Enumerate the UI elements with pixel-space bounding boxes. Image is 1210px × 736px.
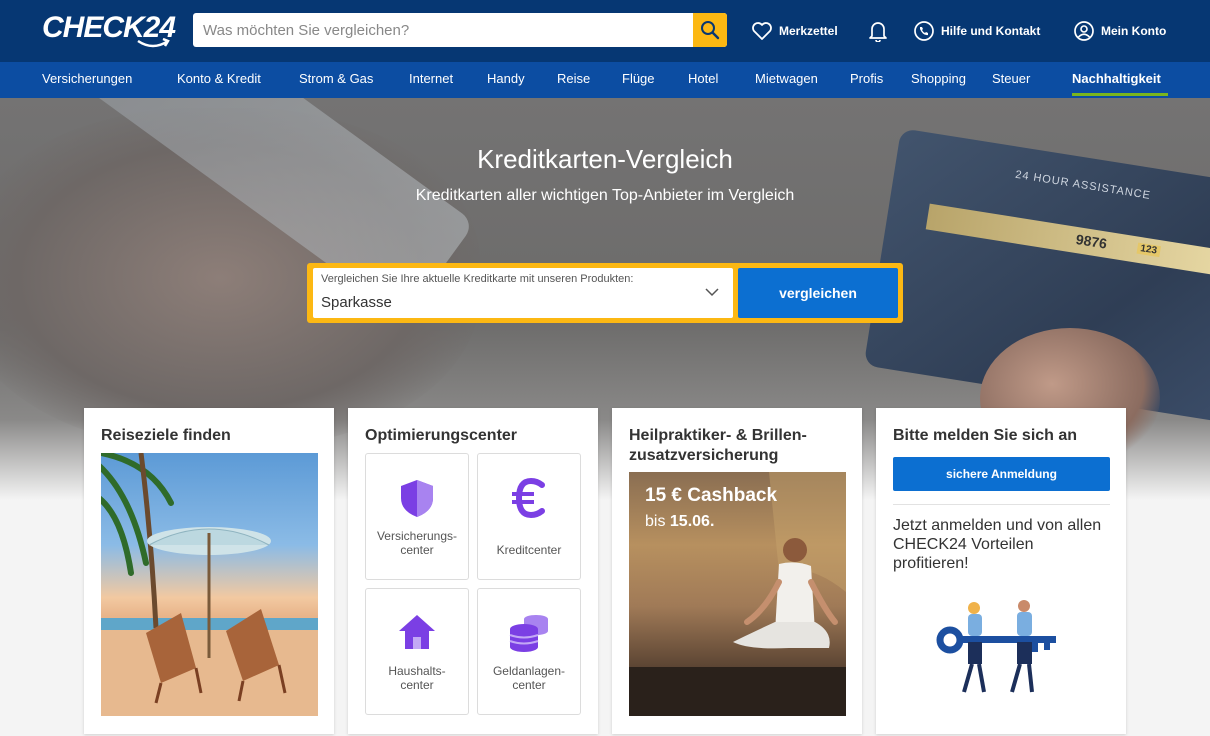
coins-icon xyxy=(509,615,548,652)
euro-icon xyxy=(512,478,545,518)
merkzettel-link[interactable]: Merkzettel xyxy=(751,18,838,44)
promo-image[interactable]: 15 € Cashback bis 15.06. xyxy=(629,472,846,716)
tile-household-center[interactable]: Haushalts- center xyxy=(365,588,469,715)
optimization-center-card: Optimierungscenter Versicherungs- center… xyxy=(348,408,598,734)
compare-button[interactable]: vergleichen xyxy=(738,268,898,318)
tile-credit-center[interactable]: Kreditcenter xyxy=(477,453,581,580)
card-cvc-text: 123 xyxy=(1136,242,1161,258)
help-contact-link[interactable]: Hilfe und Kontakt xyxy=(913,18,1040,44)
active-nav-indicator xyxy=(1072,93,1168,96)
nav-item-konto-kredit[interactable]: Konto & Kredit xyxy=(177,62,261,98)
tile-household-center-label-2: center xyxy=(400,678,434,692)
login-card-title: Bitte melden Sie sich an xyxy=(893,427,1078,444)
check24-logo[interactable]: CHECK24 xyxy=(42,12,176,52)
login-divider xyxy=(893,504,1110,505)
account-label: Mein Konto xyxy=(1101,24,1167,38)
travel-card-title[interactable]: Reiseziele finden xyxy=(101,426,321,446)
people-with-key-illustration xyxy=(936,600,1056,693)
card-signature-strip: 9876 123 xyxy=(925,203,1210,277)
promo-deadline-prefix: bis xyxy=(645,513,666,530)
tile-insurance-center-label-1: Versicherungs- xyxy=(376,529,458,543)
user-icon xyxy=(1074,21,1094,41)
nav-item-mietwagen[interactable]: Mietwagen xyxy=(755,62,818,98)
current-card-select[interactable]: Vergleichen Sie Ihre aktuelle Kreditkart… xyxy=(313,268,733,318)
shield-icon xyxy=(401,480,433,517)
travel-card: Reiseziele finden xyxy=(84,408,334,734)
nav-item-steuer[interactable]: Steuer xyxy=(992,62,1030,98)
help-contact-label: Hilfe und Kontakt xyxy=(941,24,1041,38)
nav-item-profis[interactable]: Profis xyxy=(850,62,883,98)
promo-deadline: bis 15.06. xyxy=(645,513,714,531)
nav-item-internet[interactable]: Internet xyxy=(409,62,453,98)
card-number-text: 9876 xyxy=(1074,231,1109,252)
heart-icon xyxy=(752,22,772,40)
search-input[interactable] xyxy=(193,13,693,47)
login-card: Bitte melden Sie sich an sichere Anmeldu… xyxy=(876,408,1126,734)
tile-investment-center-label-2: center xyxy=(512,678,546,692)
nav-item-shopping[interactable]: Shopping xyxy=(911,62,966,98)
tile-credit-center-label: Kreditcenter xyxy=(496,543,562,557)
page-subtitle: Kreditkarten aller wichtigen Top-Anbiete… xyxy=(415,187,795,204)
search-button[interactable] xyxy=(693,13,727,47)
promo-cashback-text: 15 € Cashback xyxy=(645,485,778,506)
login-benefits-text: Jetzt anmelden und von allen CHECK24 Vor… xyxy=(893,517,1102,572)
beach-image[interactable] xyxy=(101,453,318,716)
top-header: CHECK24 Merkzettel Hilfe und Kontakt Mei… xyxy=(0,0,1210,62)
merkzettel-label: Merkzettel xyxy=(779,24,838,38)
promo-card-title[interactable]: Heilpraktiker- & Brillen-zusatzversicher… xyxy=(629,426,849,466)
page-title: Kreditkarten-Vergleich xyxy=(477,144,733,174)
notifications-button[interactable] xyxy=(868,18,894,44)
current-card-select-value: Sparkasse xyxy=(321,294,392,311)
nav-item-hotel[interactable]: Hotel xyxy=(688,62,718,98)
tile-investment-center-label-1: Geldanlagen- xyxy=(492,664,566,678)
tile-insurance-center[interactable]: Versicherungs- center xyxy=(365,453,469,580)
chevron-down-icon xyxy=(705,288,719,297)
account-link[interactable]: Mein Konto xyxy=(1073,18,1166,44)
tile-household-center-label-1: Haushalts- xyxy=(388,664,446,678)
nav-item-fluege[interactable]: Flüge xyxy=(622,62,655,98)
secure-login-button[interactable]: sichere Anmeldung xyxy=(893,457,1110,491)
promo-deadline-date: 15.06. xyxy=(669,513,715,530)
optimization-center-title: Optimierungscenter xyxy=(365,427,518,444)
bell-icon xyxy=(869,22,887,42)
tile-investment-center[interactable]: Geldanlagen- center xyxy=(477,588,581,715)
meditation-illustration xyxy=(629,472,846,716)
tile-insurance-center-label-2: center xyxy=(400,543,434,557)
beach-illustration xyxy=(101,453,318,716)
promo-card: Heilpraktiker- & Brillen-zusatzversicher… xyxy=(612,408,862,734)
category-nav: Versicherungen Konto & Kredit Strom & Ga… xyxy=(0,62,1210,98)
logo-swoosh-icon xyxy=(137,38,170,48)
nav-item-reise[interactable]: Reise xyxy=(557,62,590,98)
search-icon xyxy=(701,21,720,40)
house-icon xyxy=(399,615,435,649)
nav-item-versicherungen[interactable]: Versicherungen xyxy=(42,62,132,98)
nav-item-handy[interactable]: Handy xyxy=(487,62,525,98)
phone-chat-icon xyxy=(914,21,934,41)
nav-item-strom-gas[interactable]: Strom & Gas xyxy=(299,62,373,98)
search-bar xyxy=(193,13,727,47)
current-card-select-label: Vergleichen Sie Ihre aktuelle Kreditkart… xyxy=(321,273,634,285)
